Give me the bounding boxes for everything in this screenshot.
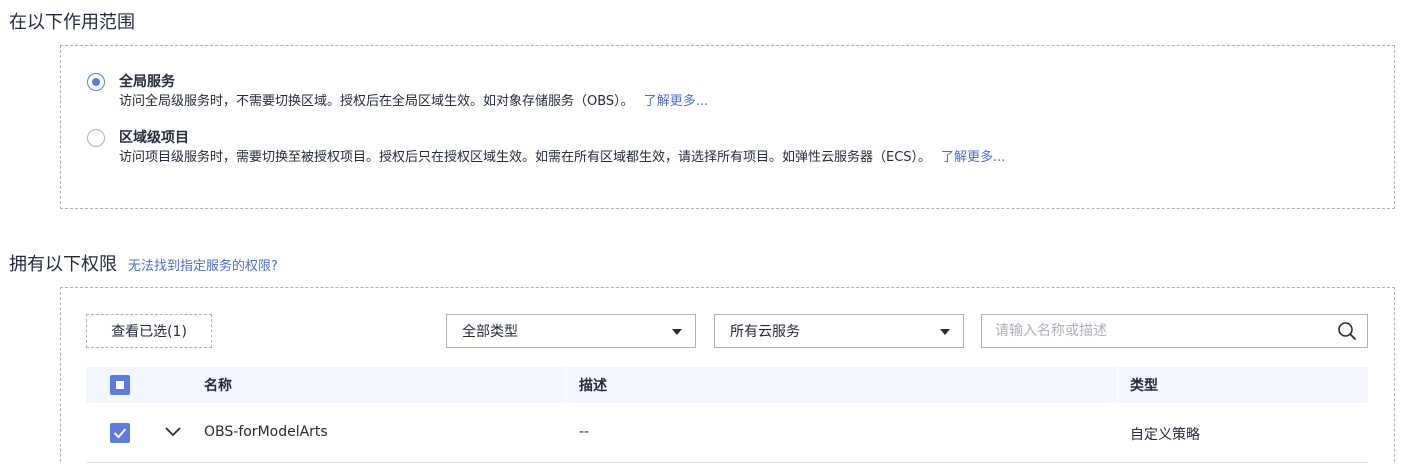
global-service-description: 访问全局级服务时，不需要切换区域。授权后在全局区域生效。如对象存储服务（OBS）… [119, 92, 708, 112]
row-checkbox[interactable] [110, 423, 130, 443]
column-divider [566, 367, 567, 403]
column-header-description: 描述 [579, 378, 607, 394]
regional-learn-more-link[interactable]: 了解更多... [941, 150, 1005, 165]
global-service-title: 全局服务 [119, 74, 175, 90]
column-header-type: 类型 [1130, 378, 1158, 394]
scope-options-box: 全局服务 访问全局级服务时，不需要切换区域。授权后在全局区域生效。如对象存储服务… [60, 45, 1395, 209]
column-header-name: 名称 [204, 378, 232, 394]
search-box [981, 314, 1368, 348]
permissions-table: 名称 描述 类型 OBS-forModelArts -- 自定义策略 [86, 367, 1368, 463]
scope-option-global[interactable]: 全局服务 访问全局级服务时，不需要切换区域。授权后在全局区域生效。如对象存储服务… [87, 73, 708, 112]
scope-option-regional[interactable]: 区域级项目 访问项目级服务时，需要切换至被授权项目。授权后只在授权区域生效。如需… [87, 129, 1005, 168]
select-all-checkbox[interactable] [110, 375, 130, 395]
cannot-find-permission-link[interactable]: 无法找到指定服务的权限? [128, 255, 278, 274]
column-divider [1117, 367, 1118, 403]
caret-down-icon [672, 329, 682, 335]
table-row[interactable]: OBS-forModelArts -- 自定义策略 [86, 403, 1368, 463]
type-filter-select[interactable]: 全部类型 [446, 314, 696, 348]
permissions-section-header: 拥有以下权限 无法找到指定服务的权限? [9, 250, 278, 276]
regional-project-title: 区域级项目 [119, 130, 189, 146]
service-filter-select[interactable]: 所有云服务 [714, 314, 964, 348]
scope-section-title: 在以下作用范围 [9, 12, 135, 33]
permissions-section-title: 拥有以下权限 [9, 254, 117, 275]
global-service-desc-text: 访问全局级服务时，不需要切换区域。授权后在全局区域生效。如对象存储服务（OBS）… [119, 94, 634, 109]
caret-down-icon [940, 329, 950, 335]
regional-project-description: 访问项目级服务时，需要切换至被授权项目。授权后只在授权区域生效。如需在所有区域都… [119, 148, 1005, 168]
chevron-down-icon[interactable] [164, 425, 182, 439]
row-type: 自定义策略 [1130, 427, 1200, 443]
row-name: OBS-forModelArts [204, 424, 328, 440]
search-input[interactable] [982, 315, 1322, 347]
view-selected-button[interactable]: 查看已选(1) [86, 314, 212, 348]
service-filter-value: 所有云服务 [730, 324, 800, 340]
global-service-radio[interactable] [87, 73, 105, 91]
global-learn-more-link[interactable]: 了解更多... [644, 94, 708, 109]
permissions-box: 查看已选(1) 全部类型 所有云服务 名称 描述 类型 OBS-forMod [60, 287, 1395, 464]
search-icon[interactable] [1337, 321, 1357, 341]
table-header: 名称 描述 类型 [86, 367, 1368, 403]
check-icon [113, 428, 127, 439]
regional-project-radio[interactable] [87, 129, 105, 147]
type-filter-value: 全部类型 [462, 324, 518, 340]
row-description: -- [579, 424, 590, 440]
regional-project-desc-text: 访问项目级服务时，需要切换至被授权项目。授权后只在授权区域生效。如需在所有区域都… [119, 150, 932, 165]
